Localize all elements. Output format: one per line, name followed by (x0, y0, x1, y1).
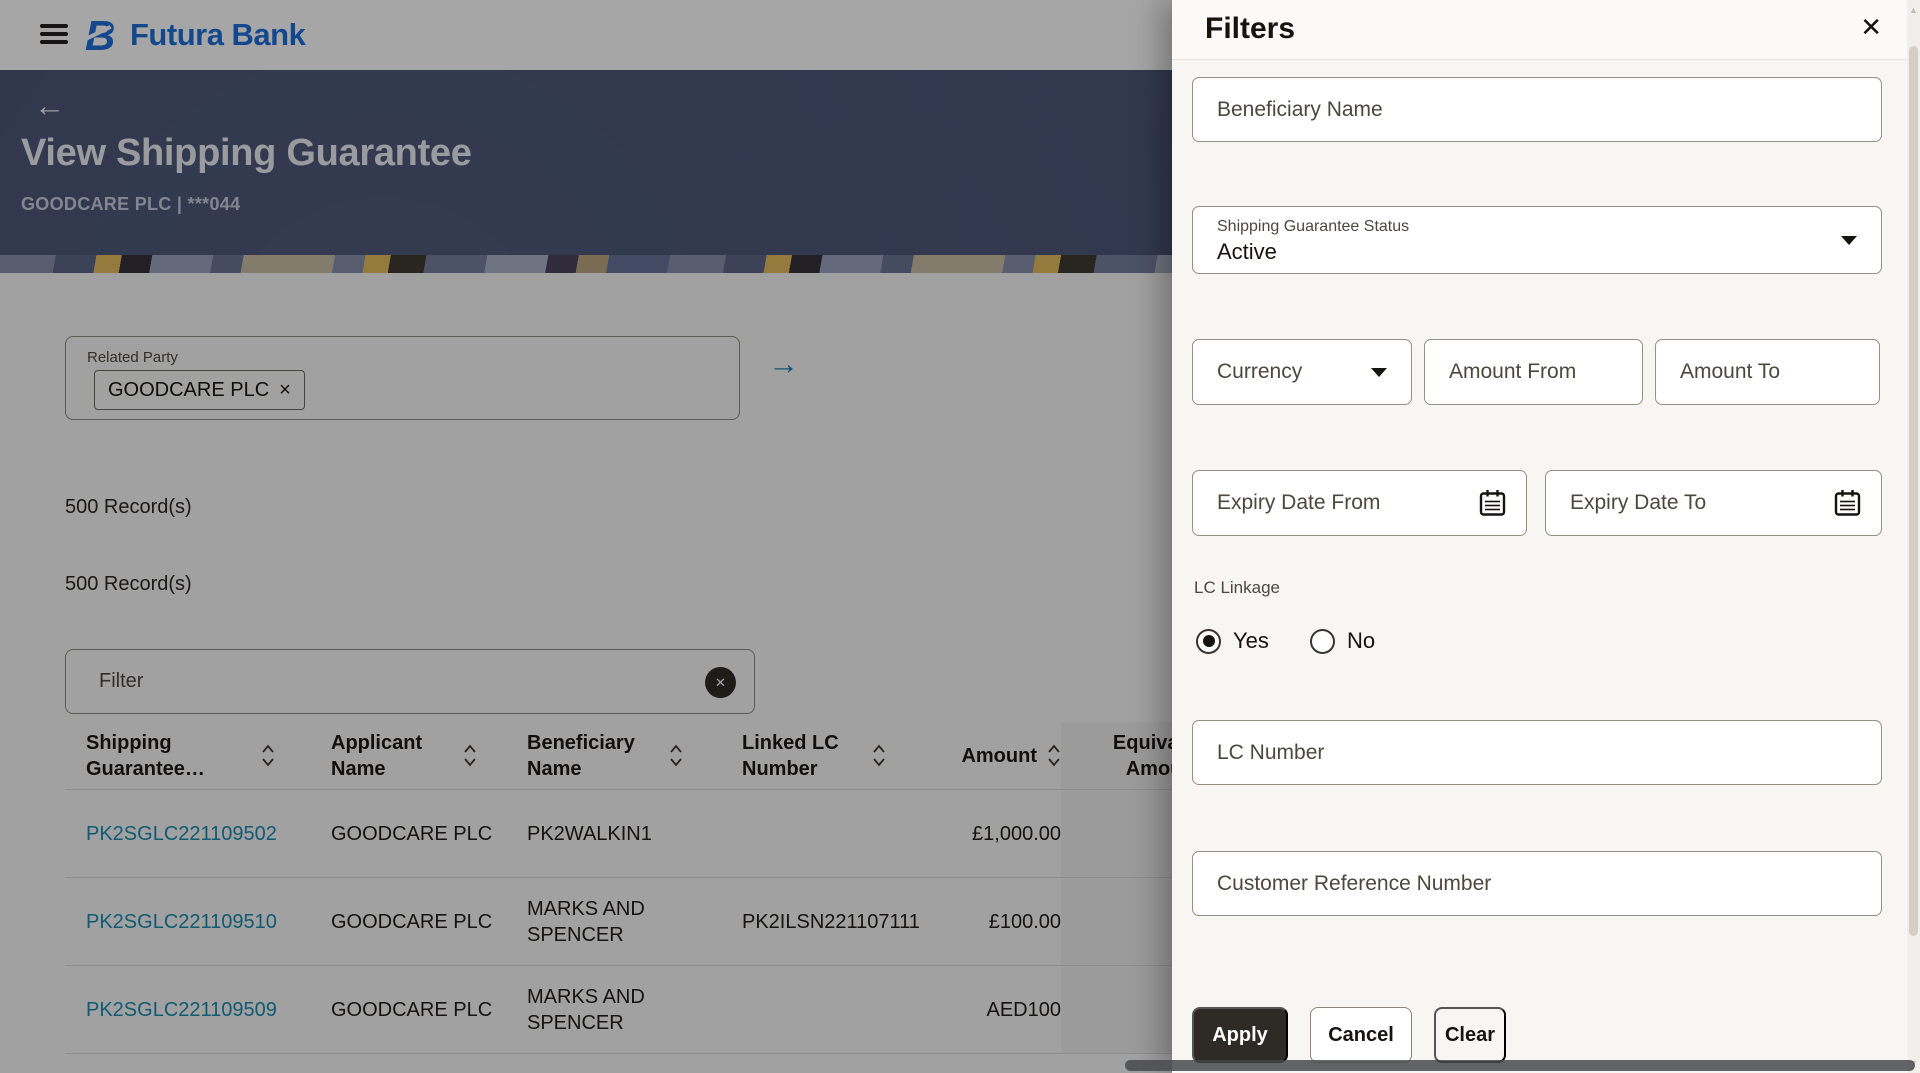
amount-from-field (1424, 339, 1643, 405)
currency-select[interactable]: Currency (1192, 339, 1412, 405)
amount-to-input[interactable] (1656, 340, 1879, 404)
expiry-date-from-field (1192, 470, 1527, 536)
amount-from-input[interactable] (1425, 340, 1642, 404)
lc-linkage-no-radio[interactable]: No (1310, 628, 1375, 654)
chevron-down-icon[interactable] (1371, 368, 1387, 377)
cancel-button[interactable]: Cancel (1310, 1007, 1412, 1063)
lc-linkage-yes-radio[interactable]: Yes (1196, 628, 1269, 654)
radio-selected-icon[interactable] (1196, 629, 1221, 654)
apply-button[interactable]: Apply (1192, 1007, 1288, 1063)
amount-to-field (1655, 339, 1880, 405)
lc-linkage-label: LC Linkage (1194, 578, 1280, 598)
radio-unselected-icon[interactable] (1310, 629, 1335, 654)
beneficiary-name-input[interactable] (1193, 78, 1881, 141)
customer-reference-input[interactable] (1193, 852, 1881, 915)
scrollbar-up-icon[interactable]: ▲ (1907, 5, 1920, 15)
horizontal-scrollbar-thumb[interactable] (1125, 1060, 1915, 1071)
lc-linkage-no-label: No (1347, 628, 1375, 654)
calendar-icon[interactable] (1479, 489, 1506, 518)
expiry-date-from-input[interactable] (1193, 471, 1526, 535)
filters-title: Filters (1205, 12, 1295, 46)
close-icon[interactable]: ✕ (1860, 14, 1882, 40)
app-root: B Futura Bank ← View Shipping Guarantee … (0, 0, 1920, 1073)
scrollbar-thumb[interactable] (1909, 46, 1918, 936)
expiry-date-to-input[interactable] (1546, 471, 1881, 535)
status-value: Active (1217, 239, 1277, 265)
filters-panel-header: Filters ✕ (1172, 0, 1920, 60)
lc-linkage-yes-label: Yes (1233, 628, 1269, 654)
customer-reference-field (1192, 851, 1882, 916)
chevron-down-icon[interactable] (1841, 236, 1857, 245)
currency-placeholder: Currency (1217, 360, 1302, 384)
panel-scrollbar[interactable]: ▲ ▼ (1907, 0, 1920, 1073)
clear-button[interactable]: Clear (1434, 1007, 1506, 1063)
lc-number-input[interactable] (1193, 721, 1881, 784)
beneficiary-name-field (1192, 77, 1882, 142)
expiry-date-to-field (1545, 470, 1882, 536)
status-label: Shipping Guarantee Status (1217, 218, 1409, 236)
filters-panel: Filters ✕ Shipping Guarantee Status Acti… (1172, 0, 1920, 1073)
lc-number-field (1192, 720, 1882, 785)
status-select[interactable]: Shipping Guarantee Status Active (1192, 206, 1882, 274)
calendar-icon[interactable] (1834, 489, 1861, 518)
